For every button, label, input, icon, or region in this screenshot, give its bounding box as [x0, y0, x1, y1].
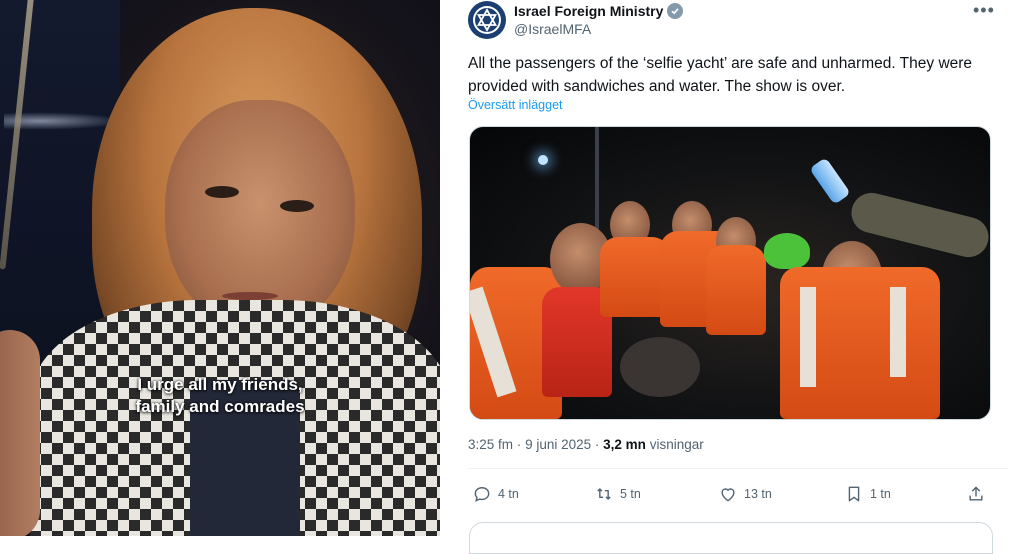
tweet-text: All the passengers of the ‘selfie yacht’… — [468, 55, 973, 95]
tweet-actions-bar: 4 tn 5 tn 13 tn 1 tn — [472, 484, 1002, 504]
repost-count: 5 tn — [620, 487, 641, 501]
repost-button[interactable]: 5 tn — [594, 484, 641, 504]
meta-separator: · — [516, 437, 522, 452]
meta-separator: · — [594, 437, 600, 452]
tweet-date[interactable]: 9 juni 2025 — [525, 437, 591, 452]
divider — [468, 468, 1008, 469]
passenger-dark-hair — [620, 337, 700, 397]
reply-button[interactable]: 4 tn — [472, 484, 519, 504]
star-of-david-logo-icon — [473, 6, 501, 34]
water-bottle — [809, 157, 851, 205]
share-button[interactable] — [966, 484, 986, 504]
bookmark-icon — [848, 486, 860, 502]
more-options-icon[interactable]: ••• — [973, 0, 995, 21]
right-eye — [280, 200, 314, 212]
deck-light — [538, 155, 548, 165]
green-helmet — [764, 233, 810, 269]
reflective-stripe — [800, 287, 816, 387]
bookmark-button[interactable]: 1 tn — [844, 484, 891, 504]
hand-foreground — [0, 330, 40, 536]
boat-mast — [595, 127, 599, 237]
tweet-card: Israel Foreign Ministry @IsraelMFA ••• A… — [452, 0, 1024, 554]
views-count: 3,2 mn — [603, 437, 646, 452]
video-caption-line-1: I urge all my friends, — [137, 375, 303, 394]
avatar[interactable] — [468, 1, 506, 39]
share-icon — [969, 486, 983, 501]
views-label: visningar — [649, 437, 704, 452]
reply-count: 4 tn — [498, 487, 519, 501]
display-name-text[interactable]: Israel Foreign Ministry — [514, 3, 663, 19]
reply-composer-edge[interactable] — [469, 522, 993, 554]
translate-post-link[interactable]: Översätt inlägget — [468, 98, 563, 112]
reflective-stripe — [890, 287, 906, 377]
verified-badge-icon — [667, 3, 684, 19]
video-caption-line-2: family and comrades — [135, 397, 305, 416]
heart-icon — [721, 488, 735, 502]
bookmark-count: 1 tn — [870, 487, 891, 501]
tweet-media-photo[interactable] — [469, 126, 991, 420]
user-handle[interactable]: @IsraelMFA — [514, 21, 591, 37]
tweet-timestamp[interactable]: 3:25 fm · 9 juni 2025 · 3,2 mn visningar — [468, 437, 704, 452]
life-vest — [706, 245, 766, 335]
tweet-time[interactable]: 3:25 fm — [468, 437, 513, 452]
video-still: I urge all my friends, family and comrad… — [0, 0, 440, 536]
reply-icon — [474, 487, 490, 502]
left-eye — [205, 186, 239, 198]
mouth — [222, 292, 278, 300]
like-button[interactable]: 13 tn — [718, 484, 772, 504]
repost-icon — [597, 488, 611, 500]
display-name[interactable]: Israel Foreign Ministry — [514, 3, 684, 19]
like-count: 13 tn — [744, 487, 772, 501]
